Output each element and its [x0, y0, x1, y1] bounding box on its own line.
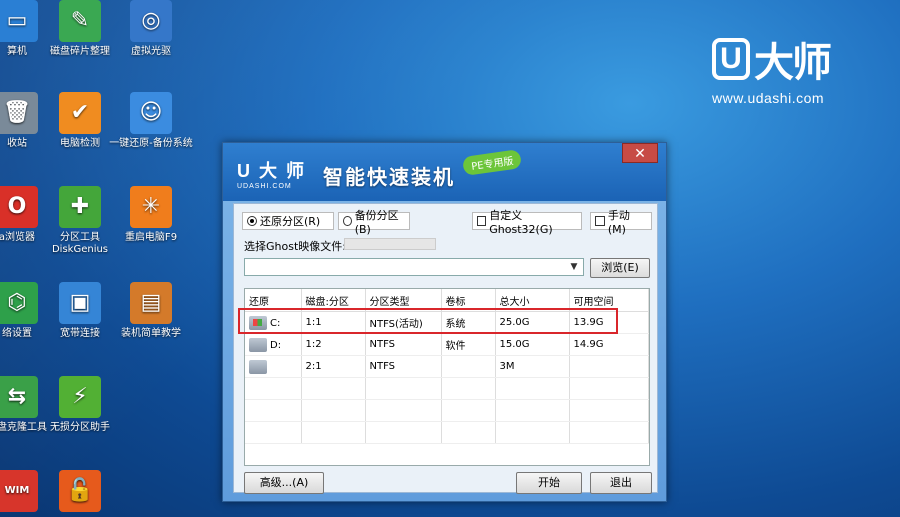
checkbox-icon	[595, 216, 605, 226]
desktop-icon-label: 一键还原-备份系统	[109, 138, 193, 149]
table-row[interactable]: 2:1 NTFS 3M	[245, 355, 649, 378]
dialog-body: 还原分区(R) 备份分区(B) 自定义Ghost32(G) 手动(M) 选择Gh…	[233, 203, 658, 494]
start-button[interactable]: 开始	[516, 472, 582, 494]
shield-check-icon: ✔	[59, 92, 101, 134]
chevron-down-icon[interactable]: ▼	[567, 259, 581, 275]
wrench-icon: ✚	[59, 186, 101, 228]
free-cell: 13.9G	[569, 311, 649, 334]
table-row[interactable]: C: 1:1 NTFS(活动) 系统 25.0G 13.9G	[245, 311, 649, 334]
col-header: 可用空间	[569, 289, 649, 312]
desktop-icon-label: 无损分区助手	[50, 422, 110, 433]
dialog-brand-top: U 大 师	[237, 161, 307, 181]
table-row[interactable]: D: 1:2 NTFS 软件 15.0G 14.9G	[245, 333, 649, 356]
type-cell: NTFS(活动)	[365, 311, 442, 334]
disk-cell: 1:2	[301, 333, 366, 356]
desktop-icon-onekey-restore[interactable]: ☺ 一键还原-备份系统	[106, 92, 196, 150]
desktop-icon-virtual-drive[interactable]: ◎ 虚拟光驱	[106, 0, 196, 58]
desktop-icon-label: 重启电脑F9	[124, 232, 178, 243]
mode-options: 还原分区(R) 备份分区(B) 自定义Ghost32(G) 手动(M)	[242, 209, 652, 236]
disc-icon: ◎	[130, 0, 172, 42]
dialog-brand-bottom: UDASHI.COM	[237, 183, 292, 190]
restore-radio[interactable]: 还原分区(R)	[242, 212, 334, 230]
label-cell: 软件	[441, 333, 496, 356]
partition-table: 还原 磁盘:分区 分区类型 卷标 总大小 可用空间 C: 1:1 NTFS(活动…	[244, 288, 650, 466]
drive-letter: C:	[270, 317, 281, 329]
table-row-empty	[245, 421, 649, 444]
network-icon: ⌬	[0, 282, 38, 324]
monitor-icon: ▣	[59, 282, 101, 324]
col-header: 总大小	[495, 289, 570, 312]
lightning-icon: ⚡	[59, 376, 101, 418]
label-cell: 系统	[441, 311, 496, 334]
burst-icon: ✳	[130, 186, 172, 228]
ghost-icon: ☺	[130, 92, 172, 134]
recycle-bin-icon: 🗑	[0, 92, 38, 134]
advanced-button[interactable]: 高级...(A)	[244, 472, 324, 494]
free-cell	[569, 355, 649, 378]
table-row-empty	[245, 377, 649, 400]
brand-url: www.udashi.com	[712, 90, 825, 106]
col-header: 还原	[245, 289, 302, 312]
radio-selected-icon	[247, 216, 257, 226]
type-cell: NTFS	[365, 355, 442, 378]
total-cell: 15.0G	[495, 333, 570, 356]
computer-icon: ▭	[0, 0, 38, 42]
disk-cell: 2:1	[301, 355, 366, 378]
brand-name: 大师	[754, 40, 832, 86]
windows-disk-icon	[249, 315, 267, 330]
ghost-path-display	[344, 238, 436, 250]
drive-cell: D:	[245, 333, 302, 356]
table-row-empty	[245, 399, 649, 422]
close-button[interactable]: ✕	[622, 143, 658, 163]
broom-icon: ✎	[59, 0, 101, 42]
type-cell: NTFS	[365, 333, 442, 356]
desktop-icon-tutorial[interactable]: ▤ 装机简单教学	[106, 282, 196, 340]
wim-icon-text: WIM	[4, 485, 30, 496]
ghost-file-label: 选择Ghost映像文件:	[244, 240, 346, 253]
desktop-icon-unlock[interactable]: 🔓	[35, 470, 125, 516]
brand-logo: U 大师 www.udashi.com	[712, 30, 832, 106]
install-dialog: U 大 师 UDASHI.COM 智能快速装机 PE专用版 ✕ 还原分区(R) …	[222, 142, 667, 502]
disk-icon	[249, 337, 267, 352]
label-cell	[441, 355, 496, 378]
total-cell: 25.0G	[495, 311, 570, 334]
free-cell: 14.9G	[569, 333, 649, 356]
wim-icon: WIM	[0, 470, 38, 512]
dialog-brand: U 大 师 UDASHI.COM	[237, 157, 306, 190]
drive-letter: D:	[270, 339, 282, 351]
drive-cell	[245, 355, 302, 378]
desktop-icon-label: 装机简单教学	[121, 328, 181, 339]
drive-cell: C:	[245, 311, 302, 334]
table-header-row: 还原 磁盘:分区 分区类型 卷标 总大小 可用空间	[245, 289, 649, 312]
backup-radio-label: 备份分区(B)	[354, 208, 399, 236]
total-cell: 3M	[495, 355, 570, 378]
ghost-file-select[interactable]: ▼	[244, 258, 584, 276]
unlock-icon: 🔓	[59, 470, 101, 512]
book-icon: ▤	[130, 282, 172, 324]
col-header: 卷标	[441, 289, 496, 312]
exit-button[interactable]: 退出	[590, 472, 652, 494]
custom-ghost-checkbox[interactable]: 自定义Ghost32(G)	[472, 209, 582, 236]
backup-radio[interactable]: 备份分区(B)	[338, 209, 410, 236]
manual-label: 手动(M)	[607, 208, 630, 236]
col-header: 磁盘:分区	[301, 289, 366, 312]
edition-badge: PE专用版	[461, 149, 523, 176]
radio-icon	[343, 216, 352, 226]
desktop-icon-partition-assistant[interactable]: ⚡ 无损分区助手	[35, 376, 125, 434]
brand-u-icon: U	[712, 38, 750, 80]
disk-icon	[249, 359, 267, 374]
desktop-icon-restart[interactable]: ✳ 重启电脑F9	[106, 186, 196, 244]
dialog-title: 智能快速装机	[323, 165, 455, 189]
manual-checkbox[interactable]: 手动(M)	[590, 209, 652, 236]
col-header: 分区类型	[365, 289, 442, 312]
dialog-header[interactable]: U 大 师 UDASHI.COM 智能快速装机 PE专用版 ✕	[223, 143, 666, 201]
disk-cell: 1:1	[301, 311, 366, 334]
restore-radio-label: 还原分区(R)	[260, 215, 321, 228]
checkbox-icon	[477, 216, 487, 226]
browse-button[interactable]: 浏览(E)	[590, 258, 650, 278]
opera-icon: O	[0, 186, 38, 228]
clone-icon: ⇆	[0, 376, 38, 418]
custom-ghost-label: 自定义Ghost32(G)	[489, 208, 553, 236]
desktop-icon-label: 虚拟光驱	[131, 46, 171, 57]
